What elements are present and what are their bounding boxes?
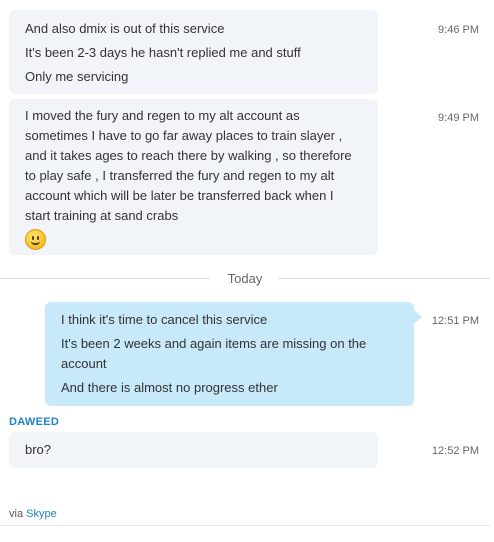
skype-link[interactable]: Skype [26, 508, 57, 520]
message-line: I think it's time to cancel this service [61, 312, 268, 327]
message-line: It's been 2-3 days he hasn't replied me … [25, 45, 301, 60]
message-line: And also dmix is out of this service [25, 21, 225, 36]
message-line: And there is almost no progress ether [61, 380, 278, 395]
message-line: It's been 2 weeks and again items are mi… [61, 336, 367, 371]
incoming-message-bubble: I moved the fury and regen to my alt acc… [9, 99, 378, 255]
sender-name: DAWEED [9, 416, 60, 428]
divider-line [0, 278, 210, 279]
footer: via Skype [9, 508, 57, 520]
bubble-tail [414, 310, 422, 324]
incoming-message-bubble: And also dmix is out of this service It'… [9, 10, 378, 94]
message-line: Only me servicing [25, 69, 129, 84]
incoming-message-bubble: bro? [9, 432, 378, 468]
message-timestamp: 9:46 PM [438, 24, 479, 36]
message-timestamp: 9:49 PM [438, 112, 479, 124]
date-divider: Today [227, 271, 263, 286]
divider-line [278, 278, 490, 279]
smile-emoji-icon [25, 229, 46, 250]
message-text: I moved the fury and regen to my alt acc… [25, 108, 352, 223]
outgoing-message-bubble: I think it's time to cancel this service… [45, 302, 414, 406]
message-timestamp: 12:51 PM [431, 315, 479, 327]
footer-divider [0, 525, 490, 526]
message-timestamp: 12:52 PM [431, 445, 479, 457]
footer-prefix: via [9, 508, 27, 520]
message-text: bro? [25, 442, 52, 457]
